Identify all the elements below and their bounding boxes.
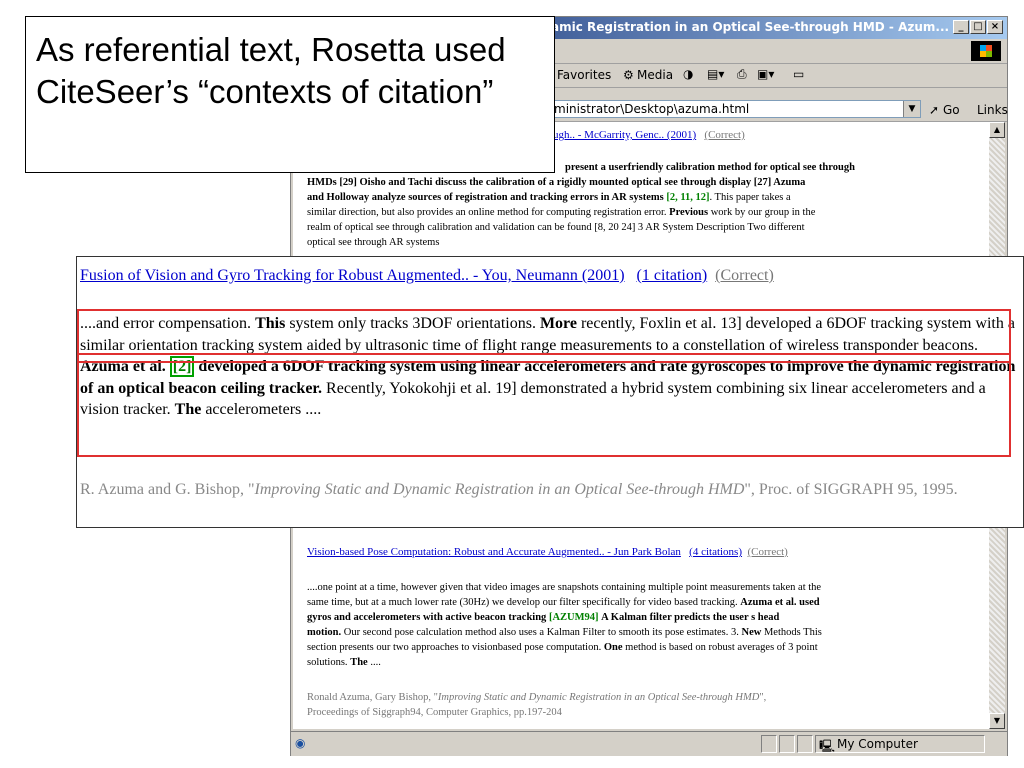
favorites-button[interactable]: Favorites [557,68,611,82]
zoomed-citation-panel: Fusion of Vision and Gyro Tracking for R… [76,256,1024,528]
media-button[interactable]: Media [637,68,673,82]
computer-icon: 🖳 [819,739,836,753]
minimize-button[interactable]: _ [953,20,969,34]
windows-logo-icon [971,41,1001,61]
slide-caption: As referential text, Rosetta used CiteSe… [36,31,506,110]
close-button[interactable]: × [987,20,1003,34]
print-icon[interactable]: ⎙ [737,67,747,82]
citing-paper-link[interactable]: Fusion of Vision and Gyro Tracking for R… [80,267,625,284]
citations-link[interactable]: (1 citation) [637,267,708,284]
address-dropdown-chevron-icon[interactable]: ▼ [903,101,920,117]
edit-icon[interactable]: ▣▾ [757,67,774,81]
status-bar: ◉ 🖳 My Computer [291,731,1007,756]
citation-context: ....and error compensation. This system … [80,315,1016,418]
history-icon[interactable]: ◑ [683,67,693,81]
correct-link[interactable]: (Correct) [748,546,788,558]
citation-marker[interactable]: [2] [169,356,195,377]
slide-caption-box: As referential text, Rosetta used CiteSe… [25,16,555,173]
security-zone-label: My Computer [837,737,918,751]
page-icon: ◉ [295,736,306,750]
media-icon[interactable]: ⚙ [623,68,634,82]
links-button[interactable]: Links [977,103,1008,117]
citation-context: present a userfriendly calibration metho… [307,162,855,248]
correct-link[interactable]: (Correct) [715,267,774,284]
citation-context: ....one point at a time, however given t… [307,582,822,668]
go-arrow-icon[interactable]: ➚ [929,103,939,117]
maximize-button[interactable]: □ [970,20,986,34]
discuss-icon[interactable]: ▭ [793,67,804,81]
cited-reference: R. Azuma and G. Bishop, "Improving Stati… [80,481,958,498]
citing-paper-link[interactable]: Vision-based Pose Computation: Robust an… [307,546,681,558]
correct-link[interactable]: (Correct) [704,129,744,141]
address-input[interactable]: ministrator\Desktop\azuma.html [551,100,921,118]
scroll-down-icon[interactable]: ▼ [989,713,1005,729]
citation-marker[interactable]: AZUM94 [552,612,595,623]
citations-link[interactable]: (4 citations) [689,546,742,558]
scroll-up-icon[interactable]: ▲ [989,122,1005,138]
mail-icon[interactable]: ▤▾ [707,67,724,81]
go-button[interactable]: Go [943,103,960,117]
window-title: amic Registration in an Optical See-thro… [551,20,950,34]
cited-reference: Ronald Azuma, Gary Bishop, "Improving St… [307,692,767,718]
citing-paper-link[interactable]: ugh.. - McGarrity, Genc.. (2001) [553,129,696,141]
citation-marker[interactable]: [2, 11, 12] [666,192,709,203]
